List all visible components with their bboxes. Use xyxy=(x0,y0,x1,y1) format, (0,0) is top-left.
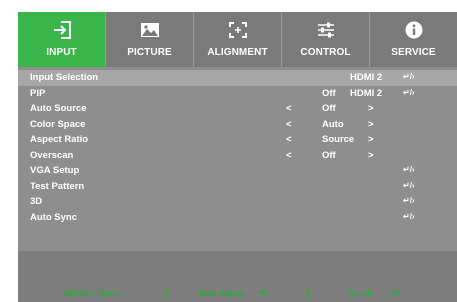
left-right-arrows-icon: ◂▸ xyxy=(259,287,268,297)
menu-item-label: VGA Setup xyxy=(30,165,80,176)
alignment-icon xyxy=(194,20,281,40)
decrease-arrow[interactable]: < xyxy=(286,134,292,145)
menu-item-auto-sync[interactable]: Auto Sync ↵/› xyxy=(18,210,457,226)
osd-menu: INPUT PICTURE ALIGNMENT CONTROL SERVICE … xyxy=(0,0,457,302)
menu-item-label: PIP xyxy=(30,87,46,99)
enter-icon[interactable]: ↵/› xyxy=(403,88,415,97)
decrease-arrow[interactable]: < xyxy=(286,119,292,130)
footer-divider xyxy=(307,289,309,299)
menu-item-value: Auto xyxy=(322,118,344,130)
menu-item-label: Test Pattern xyxy=(30,180,85,192)
control-icon xyxy=(282,20,369,40)
menu-item-label: Auto Source xyxy=(30,103,87,114)
decrease-arrow[interactable]: < xyxy=(286,150,292,161)
increase-arrow[interactable]: > xyxy=(368,134,374,145)
tab-picture[interactable]: PICTURE xyxy=(106,12,194,67)
tab-label: ALIGNMENT xyxy=(207,47,268,58)
menu-item-label: Input Selection xyxy=(30,72,99,83)
picture-icon xyxy=(106,20,193,40)
enter-icon[interactable]: ↵/› xyxy=(403,181,415,190)
menu-item-auto-source[interactable]: Auto Source < Off > xyxy=(18,101,457,117)
menu-item-input-selection[interactable]: Input Selection HDMI 2 ↵/› xyxy=(18,70,457,86)
menu-item-label: Auto Sync xyxy=(30,211,77,223)
menu-item-label: Overscan xyxy=(30,149,74,161)
menu-item-3d[interactable]: 3D ↵/› xyxy=(18,194,457,210)
item-adjust-hint: Item Adjust xyxy=(199,288,245,298)
menu-item-aspect-ratio[interactable]: Aspect Ratio < Source > xyxy=(18,132,457,148)
tab-label: INPUT xyxy=(46,47,77,58)
menu-back-hint: MENU = Back xyxy=(64,288,120,298)
enter-icon[interactable]: ↵/› xyxy=(403,72,415,81)
menu-item-value: HDMI 2 xyxy=(350,72,383,83)
menu-item-value: Off xyxy=(322,103,336,114)
tab-bar: INPUT PICTURE ALIGNMENT CONTROL SERVICE xyxy=(18,12,457,67)
tab-service[interactable]: SERVICE xyxy=(370,12,457,67)
menu-item-value: Off xyxy=(322,87,336,99)
service-icon xyxy=(370,20,457,40)
menu-item-label: Aspect Ratio xyxy=(30,134,89,145)
increase-arrow[interactable]: > xyxy=(368,150,374,161)
increase-arrow[interactable]: > xyxy=(368,119,374,130)
menu-item-label: 3D xyxy=(30,196,43,207)
scroll-hint: Scroll xyxy=(348,288,372,298)
menu-item-test-pattern[interactable]: Test Pattern ↵/› xyxy=(18,179,457,195)
decrease-arrow[interactable]: < xyxy=(286,103,292,114)
footer-divider xyxy=(165,289,167,299)
increase-arrow[interactable]: > xyxy=(368,103,374,114)
enter-icon[interactable]: ↵/› xyxy=(403,196,415,205)
tab-control[interactable]: CONTROL xyxy=(282,12,370,67)
tab-label: CONTROL xyxy=(300,47,351,58)
menu-item-vga-setup[interactable]: VGA Setup ↵/› xyxy=(18,163,457,179)
menu-item-value: Source xyxy=(322,134,355,145)
footer-hint-bar: MENU = Back Item Adjust ◂▸ Scroll ▴▾ xyxy=(18,251,457,302)
input-icon xyxy=(18,20,105,40)
menu-item-value: Off xyxy=(322,149,336,161)
menu-item-value-secondary: HDMI 2 xyxy=(350,87,383,99)
menu-item-pip[interactable]: PIP Off HDMI 2 ↵/› xyxy=(18,86,457,102)
enter-icon[interactable]: ↵/› xyxy=(403,212,415,221)
tab-alignment[interactable]: ALIGNMENT xyxy=(194,12,282,67)
enter-icon[interactable]: ↵/› xyxy=(403,165,415,174)
menu-item-overscan[interactable]: Overscan < Off > xyxy=(18,148,457,164)
tab-label: SERVICE xyxy=(391,47,436,58)
up-down-arrows-icon: ▴▾ xyxy=(391,287,400,297)
menu-item-label: Color Space xyxy=(30,118,86,130)
menu-panel: Input Selection HDMI 2 ↵/› PIP Off HDMI … xyxy=(18,67,457,251)
tab-label: PICTURE xyxy=(127,47,172,58)
tab-input[interactable]: INPUT xyxy=(18,12,106,67)
menu-item-color-space[interactable]: Color Space < Auto > xyxy=(18,117,457,133)
